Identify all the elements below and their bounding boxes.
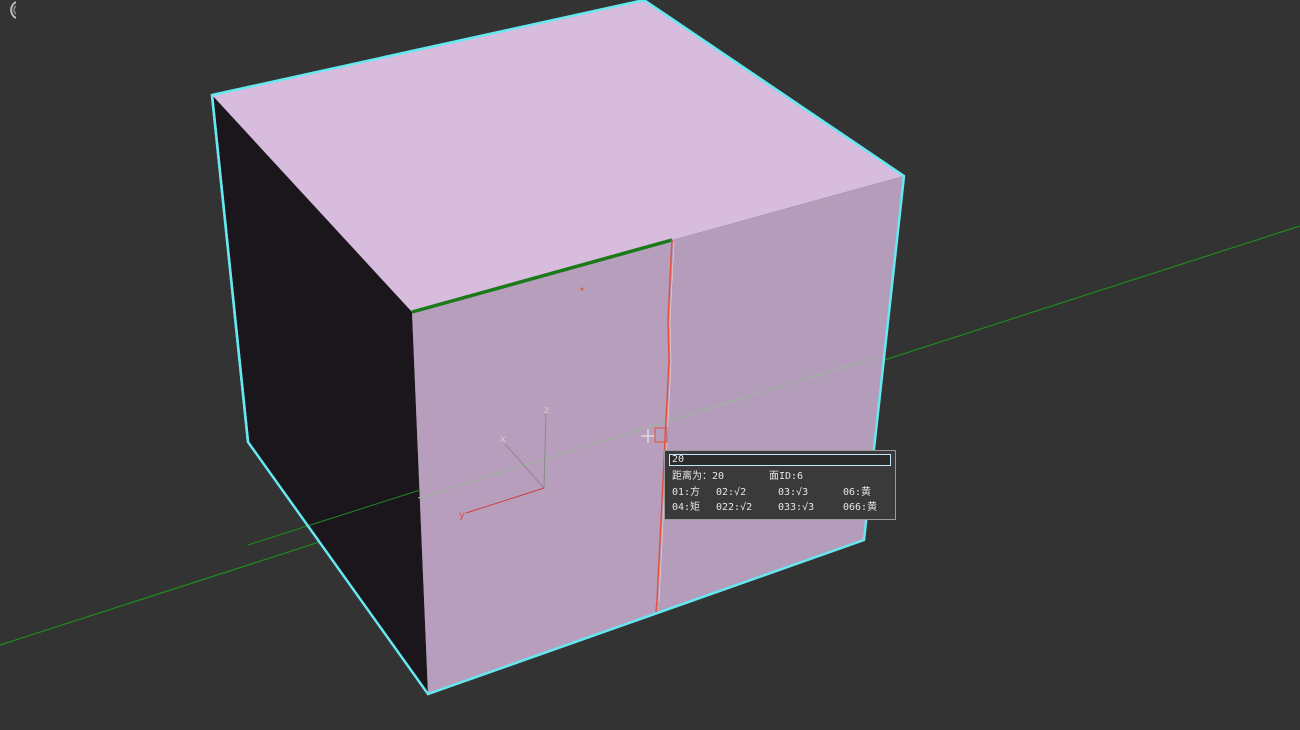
3d-viewport[interactable]: z x y 20 距离为：20 面ID:6 01:方 02:√2 03:√3 0… — [0, 0, 1300, 730]
hotkey-option[interactable]: 022:√2 — [716, 502, 752, 514]
gizmo-z-label: z — [544, 405, 549, 416]
scene-canvas[interactable]: z x y — [0, 0, 1300, 730]
gizmo-x-label: x — [500, 434, 506, 445]
distance-readout: 距离为：20 — [672, 471, 725, 482]
hotkey-option[interactable]: 06:黄 — [843, 487, 871, 499]
face-id-readout: 面ID:6 — [769, 471, 804, 482]
edge-midpoint-marker — [580, 287, 584, 291]
viewport-corner-icon[interactable] — [0, 0, 16, 20]
knife-tool-hud: 20 距离为：20 面ID:6 01:方 02:√2 03:√3 06:黄 04… — [664, 450, 896, 520]
hotkey-option[interactable]: 02:√2 — [716, 487, 746, 499]
hotkey-option[interactable]: 033:√3 — [778, 502, 814, 514]
hotkey-option[interactable]: 066:黄 — [843, 502, 877, 514]
distance-input[interactable]: 20 — [669, 454, 891, 466]
hotkey-option[interactable]: 04:矩 — [672, 502, 700, 514]
hotkey-option[interactable]: 03:√3 — [778, 487, 808, 499]
hotkey-option[interactable]: 01:方 — [672, 487, 700, 499]
gizmo-y-label: y — [459, 510, 465, 521]
front-face-highlight — [412, 240, 672, 694]
